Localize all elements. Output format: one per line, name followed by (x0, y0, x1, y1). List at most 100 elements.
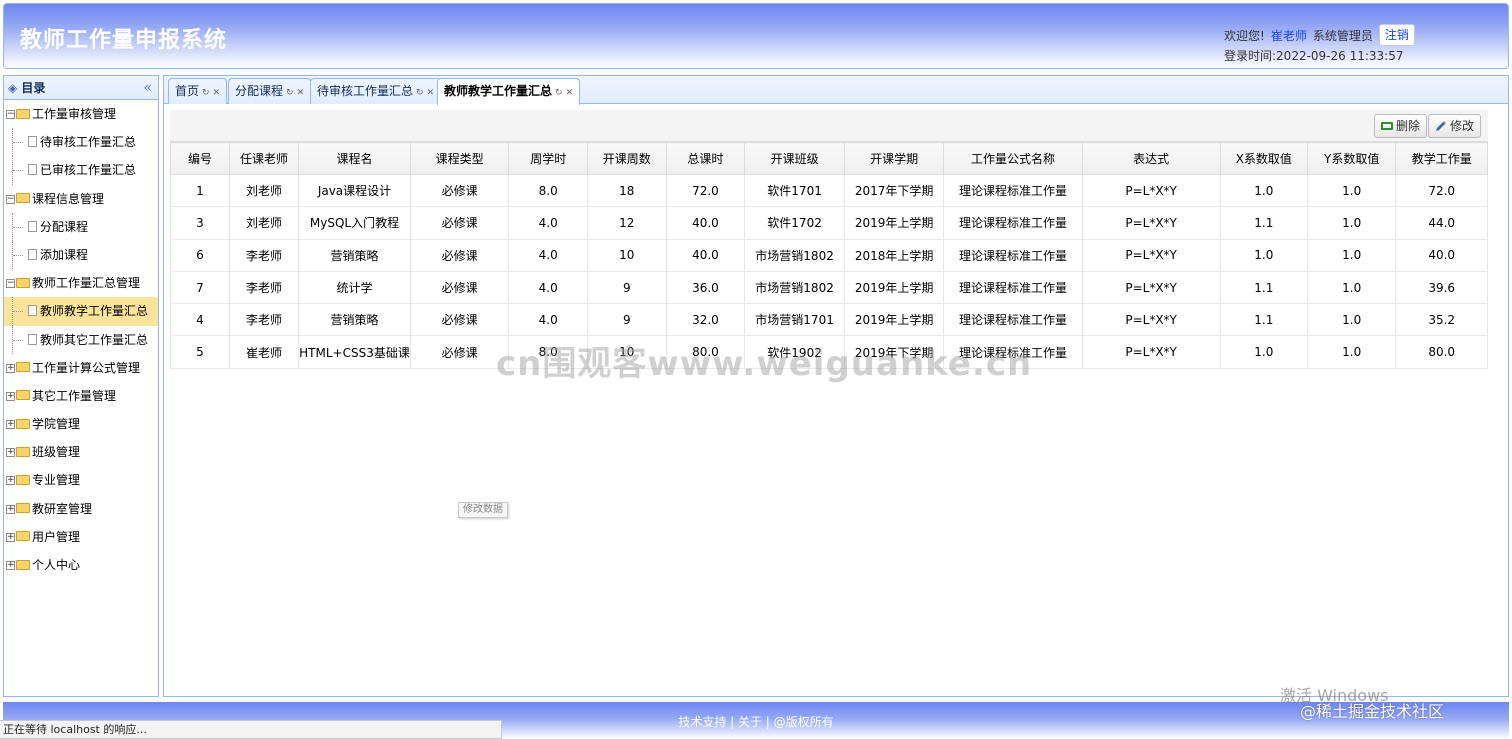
app-title: 教师工作量申报系统 (20, 28, 228, 53)
delete-label: 删除 (1396, 119, 1421, 133)
column-header[interactable]: 任课老师 (228, 142, 300, 175)
tree-leaf-item[interactable]: 教师教学工作量汇总 (4, 297, 158, 326)
tab-home[interactable]: 首页 ↻ ✕ (168, 78, 228, 104)
column-header[interactable]: 开课学期 (843, 142, 945, 175)
close-icon[interactable]: ✕ (213, 88, 221, 98)
tree-item-label: 工作量计算公式管理 (32, 360, 141, 375)
tree-leaf-item[interactable]: 教师其它工作量汇总 (4, 325, 158, 354)
column-header[interactable]: 课程名 (298, 142, 411, 175)
table-row[interactable]: 1 刘老师 Java课程设计 必修课 8.0 18 72.0 软件1701 2017年下学期 理论… (170, 173, 1488, 208)
column-header[interactable]: 周学时 (508, 142, 588, 175)
tree-folder-item[interactable]: + 其它工作量管理 (4, 382, 158, 410)
collapse-toggle-icon[interactable]: − (6, 194, 15, 204)
refresh-icon[interactable]: ↻ (416, 88, 424, 98)
table-cell: 1.1 (1219, 303, 1309, 337)
tab-assign-course[interactable]: 分配课程 ↻ ✕ (228, 78, 312, 104)
table-cell: 营销策略 (298, 238, 411, 272)
table-cell: 营销策略 (298, 303, 411, 337)
tree-leaf-item[interactable]: 分配课程 (4, 212, 158, 241)
table-row[interactable]: 6 李老师 营销策略 必修课 4.0 10 40.0 市场营销1802 2018年上学期 理论课程… (170, 238, 1488, 272)
tree-folder-item[interactable]: + 用户管理 (4, 523, 158, 551)
nav-tree: − 工作量审核管理 待审核工作量汇总 已审核工作量汇总 − 课程信息管理 分配课程 添加课程 −… (4, 100, 158, 579)
tree-item-label: 待审核工作量汇总 (40, 135, 137, 150)
folder-icon (16, 446, 30, 457)
close-icon[interactable]: ✕ (427, 88, 435, 98)
tree-item-label: 课程信息管理 (32, 191, 105, 206)
table-row[interactable]: 3 刘老师 MySQL入门教程 必修课 4.0 12 40.0 软件1702 2019年上学期理… (170, 206, 1488, 240)
expand-toggle-icon[interactable]: + (6, 391, 15, 401)
expand-toggle-icon[interactable]: + (6, 420, 15, 430)
tree-folder-item[interactable]: + 学院管理 (4, 410, 158, 438)
tree-folder-item[interactable]: + 个人中心 (4, 551, 158, 579)
table-row[interactable]: 7 李老师 统计学 必修课 4.0 9 36.0 市场营销1802 2019年上学期 理论课程标准… (170, 270, 1488, 305)
table-cell: P=L*X*Y (1081, 206, 1221, 240)
column-header[interactable]: 编号 (170, 142, 230, 175)
tree-leaf-item[interactable]: 已审核工作量汇总 (4, 156, 158, 185)
tree-leaf-item[interactable]: 添加课程 (4, 240, 158, 270)
tree-folder-item[interactable]: + 班级管理 (4, 438, 158, 466)
expand-toggle-icon[interactable]: + (6, 532, 15, 542)
collapse-toggle-icon[interactable]: − (6, 279, 15, 289)
tree-folder-item[interactable]: + 工作量计算公式管理 (4, 354, 158, 382)
table-cell: 4.0 (508, 303, 588, 337)
table-cell: 1.1 (1219, 206, 1309, 240)
expand-toggle-icon[interactable]: + (6, 504, 15, 514)
table-cell: 1.0 (1219, 335, 1309, 369)
tree-folder-item[interactable]: − 教师工作量汇总管理 (4, 269, 158, 297)
column-header[interactable]: 开课班级 (744, 142, 845, 175)
close-icon[interactable]: ✕ (297, 88, 305, 98)
edit-button[interactable]: 修改 (1428, 114, 1482, 138)
tree-item-label: 已审核工作量汇总 (40, 163, 137, 178)
tree-item-label: 专业管理 (32, 473, 81, 488)
column-header[interactable]: 开课周数 (587, 142, 667, 175)
document-icon (28, 248, 37, 260)
column-header[interactable]: 教学工作量 (1395, 142, 1488, 175)
table-cell: 2019年上学期 (843, 206, 945, 240)
tree-item-label: 教师其它工作量汇总 (40, 332, 149, 347)
column-header[interactable]: X系数取值 (1219, 142, 1309, 175)
tree-item-label: 工作量审核管理 (32, 107, 117, 121)
delete-button[interactable]: 删除 (1374, 114, 1428, 138)
user-name[interactable]: 崔老师 (1271, 27, 1307, 44)
expand-toggle-icon[interactable]: + (6, 561, 15, 570)
user-info: 欢迎您! 崔老师 系统管理员 注销 登录时间:2022-09-26 11:33:… (1224, 24, 1494, 64)
expand-toggle-icon[interactable]: + (6, 476, 15, 486)
tree-folder-item[interactable]: + 教研室管理 (4, 495, 158, 523)
refresh-icon[interactable]: ↻ (286, 88, 294, 98)
column-header[interactable]: 总课时 (665, 142, 746, 175)
close-icon[interactable]: ✕ (566, 88, 574, 98)
column-header[interactable]: 课程类型 (409, 142, 510, 175)
table-cell: 5 (170, 335, 230, 369)
edit-label: 修改 (1450, 119, 1475, 133)
tree-leaf-item[interactable]: 待审核工作量汇总 (4, 128, 158, 157)
column-header[interactable]: 表达式 (1081, 142, 1221, 175)
column-header[interactable]: 工作量公式名称 (943, 142, 1083, 175)
tree-folder-item[interactable]: − 课程信息管理 (4, 185, 158, 213)
table-cell: 理论课程标准工作量 (943, 270, 1083, 305)
table-cell: P=L*X*Y (1081, 238, 1221, 272)
table-cell: 12 (587, 206, 667, 240)
refresh-icon[interactable]: ↻ (202, 88, 210, 98)
tab-label: 首页 (175, 84, 200, 98)
main-panel: 首页 ↻ ✕ 分配课程 ↻ ✕ 待审核工作量汇总 ↻ ✕ 教师教学工作量汇总 ↻ ✕ 删除 修改 (163, 75, 1509, 697)
column-header[interactable]: Y系数取值 (1307, 142, 1397, 175)
delete-icon (1381, 121, 1393, 130)
table-row[interactable]: 4 李老师 营销策略 必修课 4.0 9 32.0 市场营销1701 2019年上学期 理论课程标… (170, 303, 1488, 337)
logout-button[interactable]: 注销 (1378, 24, 1415, 46)
expand-toggle-icon[interactable]: + (6, 448, 15, 458)
collapse-toggle-icon[interactable]: − (6, 110, 15, 119)
tree-folder-item[interactable]: − 工作量审核管理 (4, 100, 158, 128)
header-banner: 教师工作量申报系统 欢迎您! 崔老师 系统管理员 注销 登录时间:2022-09… (3, 3, 1509, 69)
tree-item-label: 班级管理 (32, 445, 81, 460)
tree-item-label: 用户管理 (32, 529, 81, 544)
table-cell: 理论课程标准工作量 (943, 173, 1083, 208)
tab-pending-workload[interactable]: 待审核工作量汇总 ↻ ✕ (310, 78, 442, 104)
tree-item-label: 教师工作量汇总管理 (32, 276, 141, 291)
expand-toggle-icon[interactable]: + (6, 363, 15, 373)
tab-teaching-workload[interactable]: 教师教学工作量汇总 ↻ ✕ (437, 78, 581, 105)
table-cell: 4.0 (508, 270, 588, 305)
collapse-icon[interactable]: « (143, 76, 152, 100)
refresh-icon[interactable]: ↻ (555, 88, 563, 98)
tree-item-label: 学院管理 (32, 417, 81, 432)
tree-folder-item[interactable]: + 专业管理 (4, 466, 158, 494)
